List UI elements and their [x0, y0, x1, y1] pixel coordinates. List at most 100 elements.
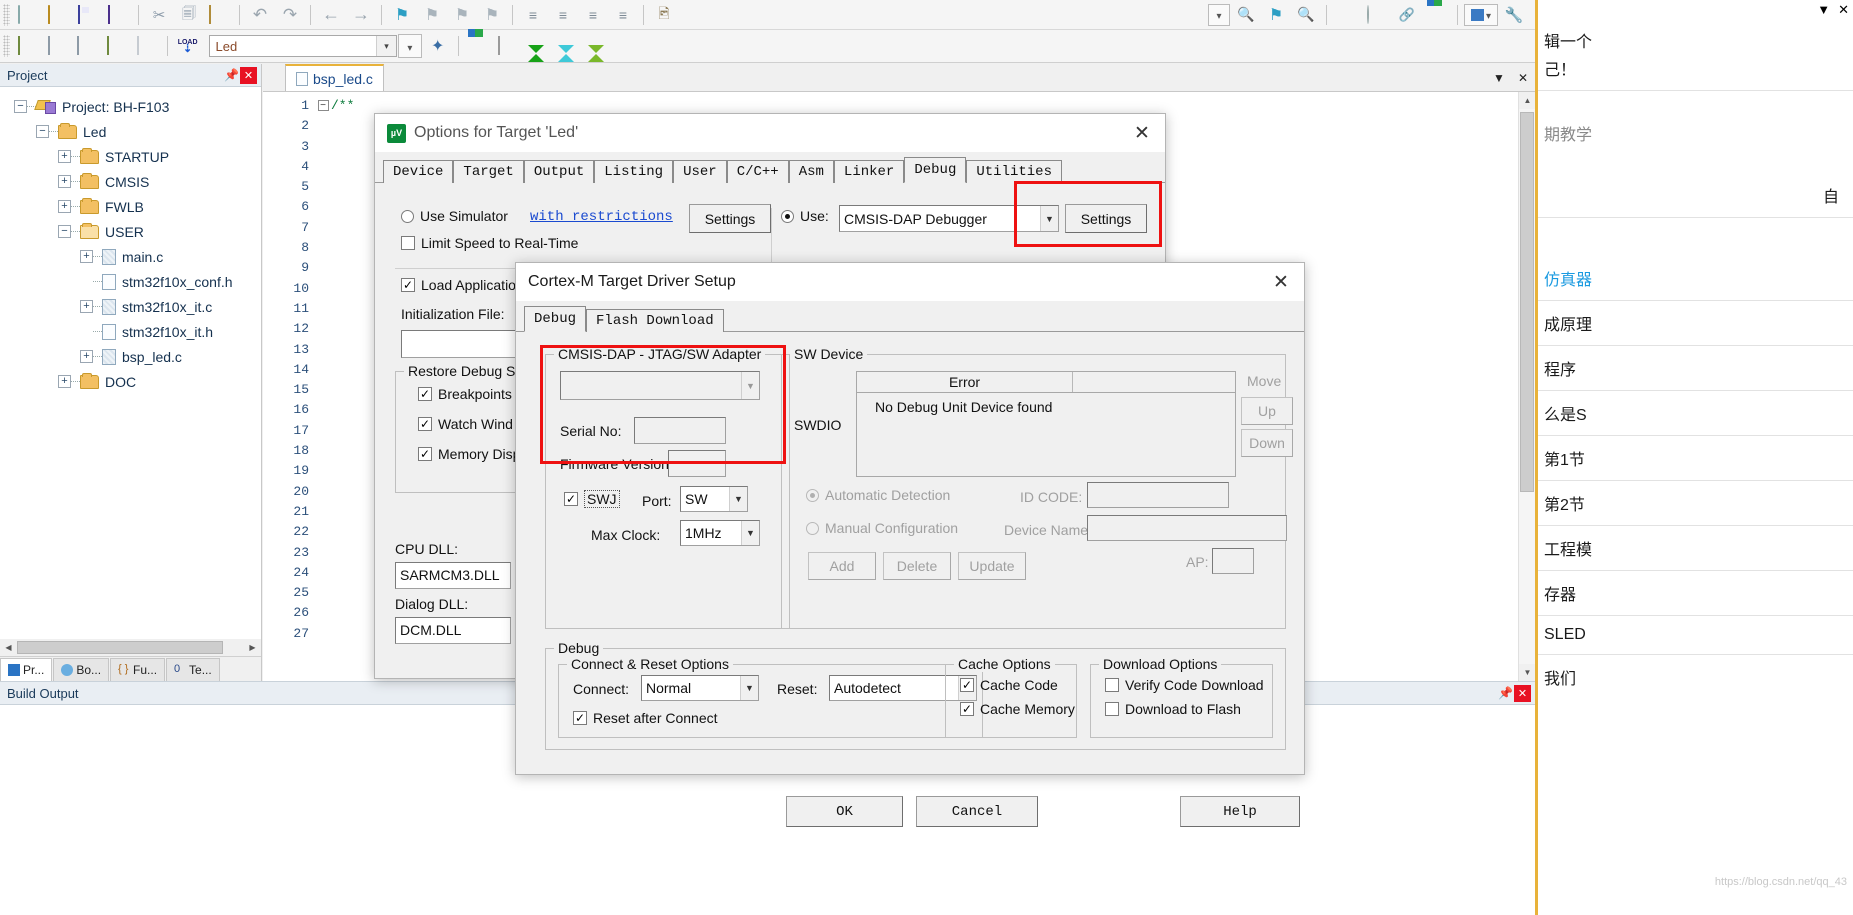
tree-expander-icon[interactable]: + — [80, 250, 93, 263]
hscroll-thumb[interactable] — [17, 641, 223, 654]
swj-checkbox[interactable]: ✓ SWJ — [564, 490, 620, 508]
rebuild-icon[interactable] — [73, 33, 101, 59]
record-icon[interactable] — [1333, 2, 1361, 28]
automatic-detection-radio[interactable]: Automatic Detection — [806, 487, 950, 503]
max-clock-select[interactable]: 1MHz ▼ — [680, 520, 760, 546]
tree-expander-icon[interactable]: + — [58, 200, 71, 213]
tree-expander-icon[interactable]: + — [58, 175, 71, 188]
magnifier-icon[interactable] — [1292, 2, 1320, 28]
close-icon[interactable]: ✕ — [240, 66, 257, 84]
comment-icon[interactable] — [579, 2, 607, 28]
link-icon[interactable] — [1393, 2, 1421, 28]
navigate-forward-icon[interactable] — [347, 2, 375, 28]
tree-item[interactable]: − Led — [0, 119, 261, 144]
project-tree-hscrollbar[interactable]: ◀ ▶ — [0, 639, 261, 656]
sw-device-list-row[interactable]: No Debug Unit Device found — [875, 399, 1235, 415]
add-device-button[interactable]: Add — [808, 552, 876, 580]
scroll-right-icon[interactable]: ▶ — [244, 639, 261, 656]
pin-icon[interactable]: 📌 — [223, 67, 240, 84]
tab-utilities[interactable]: Utilities — [966, 160, 1062, 183]
pack-installer-icon[interactable] — [554, 33, 582, 62]
chevron-down-icon[interactable]: ▼ — [740, 676, 758, 700]
clear-bookmarks-icon[interactable] — [478, 2, 506, 28]
with-restrictions-link[interactable]: with restrictions — [530, 209, 673, 225]
indent-icon[interactable] — [519, 2, 547, 28]
fold-toggle-icon[interactable]: − — [317, 100, 329, 111]
dropdown-icon[interactable] — [398, 34, 422, 58]
tab-listing[interactable]: Listing — [594, 160, 674, 183]
dropdown-icon[interactable] — [1208, 3, 1230, 26]
tree-expander-icon[interactable]: − — [36, 125, 49, 138]
simulator-settings-button[interactable]: Settings — [689, 204, 771, 233]
save-all-icon[interactable] — [104, 2, 132, 28]
open-folder-icon[interactable] — [44, 2, 72, 28]
debugger-settings-button[interactable]: Settings — [1065, 204, 1147, 233]
stop-build-icon[interactable] — [133, 33, 161, 59]
serial-no-input[interactable] — [634, 417, 726, 444]
project-tab-1[interactable]: Bo... — [53, 658, 110, 681]
project-tab-0[interactable]: Pr... — [0, 658, 53, 681]
target-options-icon[interactable] — [465, 33, 493, 59]
bookmark2-icon[interactable] — [1262, 2, 1290, 28]
browser-line[interactable]: 成原理 — [1538, 309, 1853, 337]
copy-icon[interactable] — [175, 2, 203, 28]
tab-c-c-[interactable]: C/C++ — [726, 160, 789, 183]
browser-line[interactable]: 程序 — [1538, 354, 1853, 382]
navigate-back-icon[interactable] — [317, 2, 345, 28]
delete-device-button[interactable]: Delete — [883, 552, 951, 580]
move-down-button[interactable]: Down — [1241, 429, 1293, 457]
debugger-select[interactable]: CMSIS-DAP Debugger ▼ — [839, 205, 1059, 232]
help-button[interactable]: Help — [1180, 796, 1300, 827]
dialog-dll-input[interactable]: DCM.DLL — [395, 617, 511, 644]
window-icon[interactable] — [1464, 3, 1498, 26]
id-code-input[interactable] — [1087, 482, 1229, 508]
editor-vscrollbar[interactable]: ▲ ▼ — [1518, 92, 1536, 681]
tree-item[interactable]: stm32f10x_it.h — [0, 319, 261, 344]
tab-device[interactable]: Device — [383, 160, 454, 183]
tab-linker[interactable]: Linker — [833, 160, 905, 183]
firmware-version-input[interactable] — [668, 450, 726, 477]
tree-expander-icon[interactable]: + — [58, 375, 71, 388]
port-select[interactable]: SW ▼ — [680, 486, 748, 512]
browser-line[interactable]: 么是S — [1538, 399, 1853, 427]
scroll-left-icon[interactable]: ◀ — [0, 639, 17, 656]
find-in-files-icon[interactable] — [1232, 2, 1260, 28]
browser-line[interactable]: 工程模 — [1538, 534, 1853, 562]
scroll-up-icon[interactable]: ▲ — [1519, 92, 1536, 109]
vscroll-thumb[interactable] — [1520, 112, 1534, 492]
browser-line[interactable]: 我们 — [1538, 663, 1853, 691]
driver-dialog-titlebar[interactable]: Cortex-M Target Driver Setup ✕ — [516, 263, 1304, 301]
undo-icon[interactable] — [246, 2, 274, 28]
tree-expander-icon[interactable]: + — [58, 150, 71, 163]
bookmark-icon[interactable] — [388, 2, 416, 28]
reset-after-connect-checkbox[interactable]: ✓ Reset after Connect — [573, 710, 718, 726]
close-icon[interactable]: ✕ — [1119, 115, 1165, 152]
tree-expander-icon[interactable]: + — [80, 350, 93, 363]
tab-output[interactable]: Output — [523, 160, 595, 183]
tab-user[interactable]: User — [673, 160, 727, 183]
browser-line[interactable]: SLED — [1538, 624, 1853, 646]
chevron-down-icon[interactable]: ▼ — [1040, 206, 1058, 231]
tree-item[interactable]: stm32f10x_conf.h — [0, 269, 261, 294]
tab-target[interactable]: Target — [453, 160, 524, 183]
browser-line[interactable]: 存器 — [1538, 579, 1853, 607]
use-debugger-radio[interactable]: Use: — [781, 208, 829, 224]
prev-bookmark-icon[interactable] — [418, 2, 446, 28]
tab-debug[interactable]: Debug — [904, 157, 967, 183]
tree-item[interactable]: + bsp_led.c — [0, 344, 261, 369]
minimize-icon[interactable]: ▼ — [1817, 2, 1830, 18]
tab-bsp-led-c[interactable]: bsp_led.c — [285, 64, 384, 91]
tree-item[interactable]: − USER — [0, 219, 261, 244]
target-selector[interactable]: Led ▾ — [208, 35, 398, 57]
next-bookmark-icon[interactable] — [448, 2, 476, 28]
tree-item[interactable]: + FWLB — [0, 194, 261, 219]
update-device-button[interactable]: Update — [958, 552, 1026, 580]
ok-button[interactable]: OK — [786, 796, 903, 827]
insert-icon[interactable] — [1423, 2, 1451, 28]
chevron-down-icon[interactable]: ▼ — [741, 372, 759, 399]
diamond-icon[interactable] — [584, 33, 612, 62]
tree-expander-icon[interactable]: − — [14, 100, 27, 113]
camera-icon[interactable] — [650, 2, 678, 28]
tree-item[interactable]: − Project: BH-F103 — [0, 94, 261, 119]
tree-item[interactable]: + stm32f10x_it.c — [0, 294, 261, 319]
